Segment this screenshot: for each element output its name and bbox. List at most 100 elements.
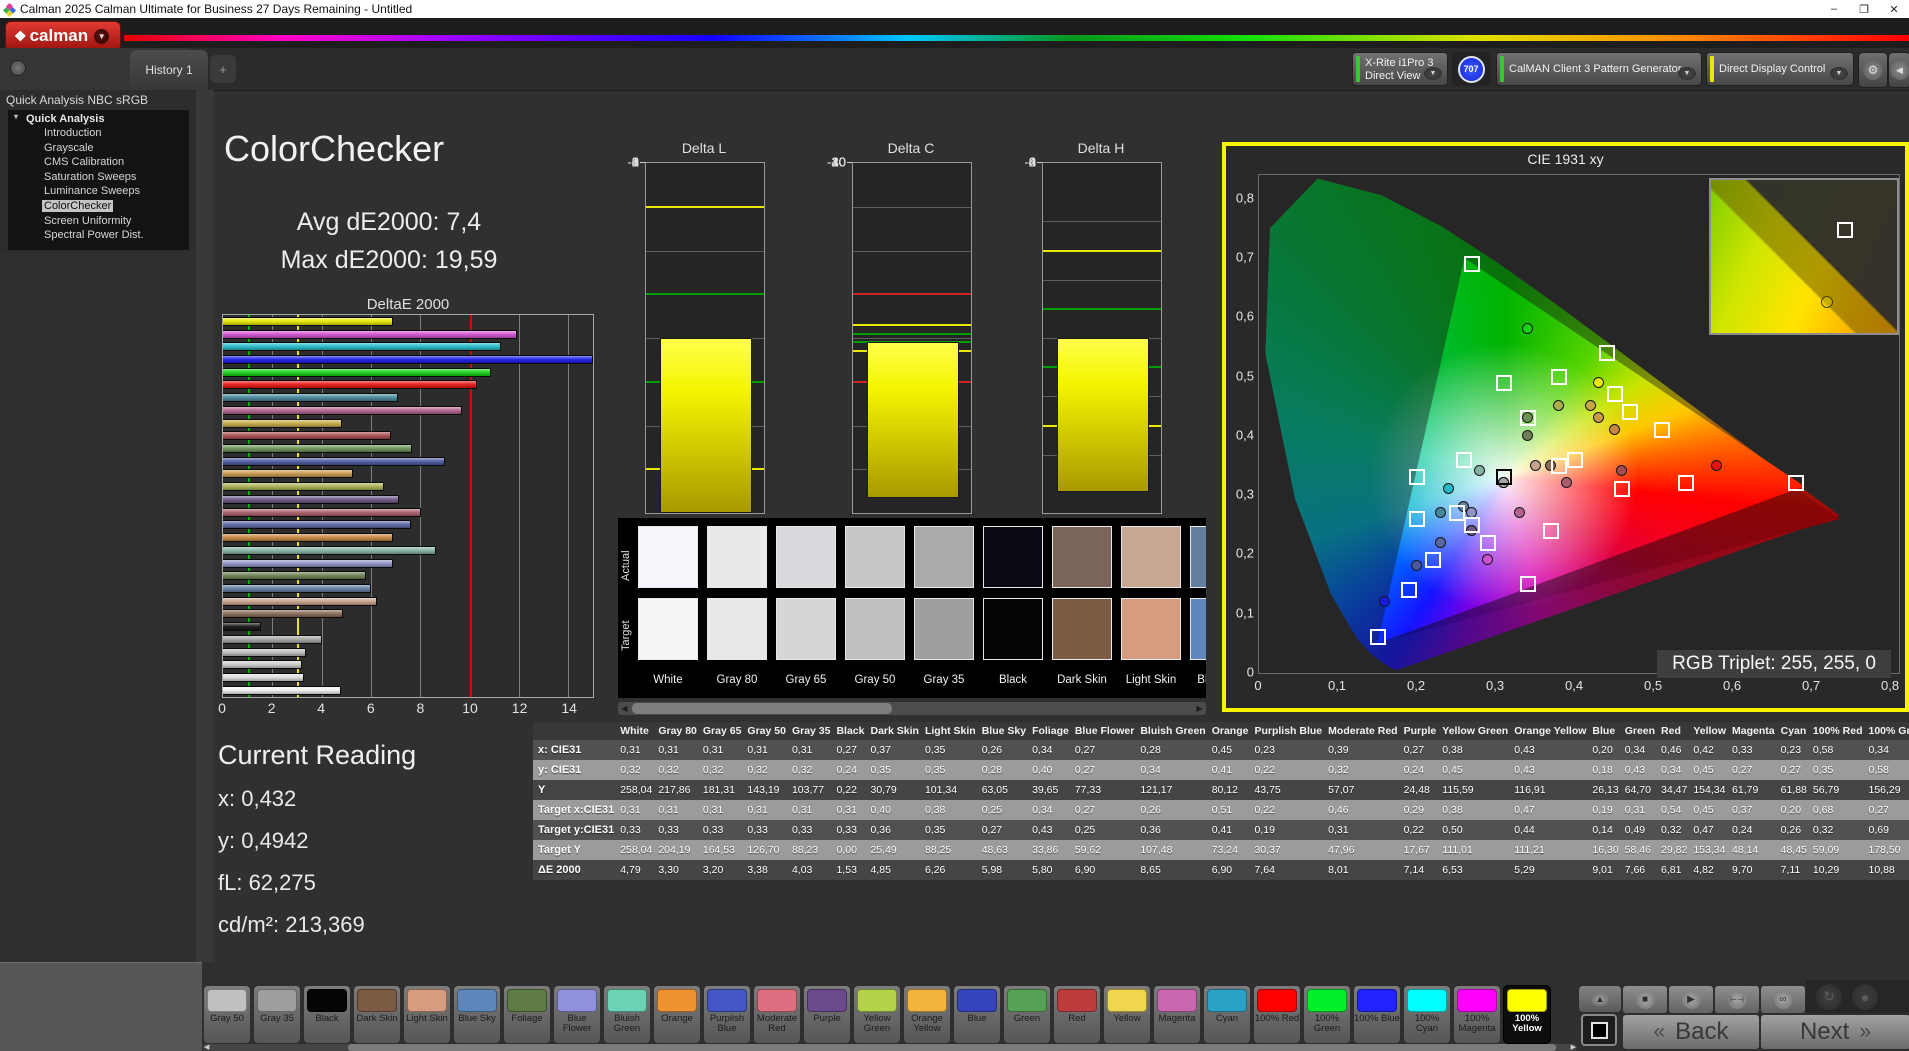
cell-x-black: 0,27 (833, 740, 868, 760)
palette-item-dark-skin[interactable]: Dark Skin (353, 985, 401, 1044)
actual-swatch-dark-skin (1052, 526, 1112, 588)
inset-target-marker (1836, 222, 1853, 239)
palette-item-blue-sky[interactable]: Blue Sky (453, 985, 501, 1044)
palette-item-orange-yellow[interactable]: Orange Yellow (903, 985, 951, 1044)
cell-y-100-red: 0,35 (1809, 760, 1866, 780)
palette-item-100-red[interactable]: 100% Red (1253, 985, 1301, 1044)
swatch-label: Black (998, 674, 1028, 686)
add-tab-button[interactable]: + (210, 55, 236, 83)
palette-item-black[interactable]: Black (303, 985, 351, 1044)
pattern-window-button[interactable] (1581, 1014, 1617, 1046)
x-tick-label: 0,6 (1723, 678, 1742, 693)
palette-item-green[interactable]: Green (1003, 985, 1051, 1044)
sidebar-item-cms-calibration[interactable]: CMS Calibration (8, 155, 189, 170)
palette-scroll-thumb[interactable] (348, 1044, 1556, 1051)
step-button[interactable]: ⊢⊣ (1714, 985, 1760, 1014)
cell-x-yellow-green: 0,38 (1439, 740, 1512, 760)
meter-dropdown[interactable]: X-Rite i1Pro 3 Direct View ▼ (1352, 52, 1448, 86)
pattern-generator-dropdown[interactable]: CalMAN Client 3 Pattern Generator ▼ (1496, 52, 1702, 86)
stop-button[interactable]: ■ (1622, 985, 1668, 1014)
palette-item-magenta[interactable]: Magenta (1153, 985, 1201, 1044)
record-button[interactable]: ● (1852, 983, 1878, 1010)
palette-item-red[interactable]: Red (1053, 985, 1101, 1044)
scroll-right-icon[interactable]: ▶ (1193, 702, 1206, 715)
palette-item-yellow[interactable]: Yellow (1103, 985, 1151, 1044)
x-tick-label: 0,3 (1485, 678, 1505, 693)
sidebar-item-colorchecker[interactable]: ColorChecker (8, 199, 189, 214)
palette-item-foliage[interactable]: Foliage (503, 985, 551, 1044)
back-button[interactable]: « Back (1622, 1014, 1760, 1050)
swatch-scrollbar[interactable]: ◀ ▶ (618, 702, 1206, 715)
palette-scrollbar[interactable]: ◀ ▶ (203, 1044, 1577, 1051)
target-point-100-blue (1369, 629, 1386, 646)
swatch-label: Gray 65 (785, 674, 827, 686)
tab-history-1[interactable]: History 1 (130, 50, 208, 90)
maximize-button[interactable]: ❐ (1849, 3, 1879, 16)
measured-point-100-yellow (1592, 376, 1604, 388)
deltae-bar-row (223, 355, 593, 365)
palette-item-100-yellow[interactable]: 100% Yellow (1503, 985, 1551, 1044)
cell-x-foliage: 0,34 (1029, 740, 1072, 760)
sidebar-item-saturation-sweeps[interactable]: Saturation Sweeps (8, 170, 189, 185)
cell-x-green: 0,34 (1621, 740, 1659, 760)
palette-item-100-blue[interactable]: 100% Blue (1353, 985, 1401, 1044)
sidebar-item-introduction[interactable]: Introduction (8, 126, 189, 141)
cell-Y-gray-50: 143,19 (744, 780, 789, 800)
scroll-left-icon[interactable]: ◀ (204, 1043, 209, 1051)
sidebar-item-luminance-sweeps[interactable]: Luminance Sweeps (8, 184, 189, 199)
swatch-scroll-thumb[interactable] (632, 703, 892, 714)
palette-item-gray-50[interactable]: Gray 50 (203, 985, 251, 1044)
play-button[interactable]: ▶ (1668, 985, 1714, 1014)
palette-item-gray-35[interactable]: Gray 35 (253, 985, 301, 1044)
measured-point-blue (1411, 560, 1423, 572)
scroll-left-icon[interactable]: ◀ (618, 702, 631, 715)
palette-item-blue-flower[interactable]: Blue Flower (553, 985, 601, 1044)
palette-item-orange[interactable]: Orange (653, 985, 701, 1044)
cell-de-black: 1,53 (833, 860, 868, 880)
palette-item-purple[interactable]: Purple (803, 985, 851, 1044)
sidebar-item-screen-uniformity[interactable]: Screen Uniformity (8, 214, 189, 229)
meter-badge-button[interactable]: 707 (1452, 52, 1490, 86)
deltae-bar-yellow-green (223, 482, 385, 492)
calman-menu-button[interactable]: ❖ calman ▼ (5, 21, 121, 51)
next-button[interactable]: Next » (1760, 1014, 1909, 1050)
cell-ty-bluish-green: 0,36 (1137, 820, 1209, 840)
palette-item-bluish-green[interactable]: Bluish Green (603, 985, 651, 1044)
palette-item-100-green[interactable]: 100% Green (1303, 985, 1351, 1044)
cell-x-bluish-green: 0,28 (1137, 740, 1209, 760)
palette-label: 100% Magenta (1458, 1013, 1496, 1034)
sidebar-item-label: CMS Calibration (44, 156, 125, 169)
y-tick-label: 0,5 (1235, 368, 1254, 384)
palette-item-blue[interactable]: Blue (953, 985, 1001, 1044)
continuous-read-button[interactable]: ∞ (1760, 985, 1806, 1014)
palette-item-100-magenta[interactable]: 100% Magenta (1453, 985, 1501, 1044)
palette-item-cyan[interactable]: Cyan (1203, 985, 1251, 1044)
palette-item-moderate-red[interactable]: Moderate Red (753, 985, 801, 1044)
scroll-right-icon[interactable]: ▶ (1571, 1043, 1576, 1051)
minimize-button[interactable]: – (1819, 3, 1849, 15)
sidebar-item-spectral-power-dist-[interactable]: Spectral Power Dist. (8, 228, 189, 243)
palette-item-yellow-green[interactable]: Yellow Green (853, 985, 901, 1044)
workflow-tree: ▾ Quick Analysis Introduction Grayscale CM… (8, 110, 189, 250)
palette-item-purplish-blue[interactable]: Purplish Blue (703, 985, 751, 1044)
refresh-button[interactable]: ↻ (1816, 983, 1842, 1010)
palette-swatch (1457, 989, 1497, 1012)
close-button[interactable]: ✕ (1879, 3, 1909, 16)
display-control-dropdown[interactable]: Direct Display Control ▼ (1706, 52, 1854, 86)
delta-c-title: Delta C (887, 140, 935, 156)
palette-expand-button[interactable]: ▲ (1578, 985, 1622, 1013)
workflow-dot-button[interactable] (10, 60, 26, 76)
table-row-target-y-cie31: Target y:CIE31 0,33 0,33 0,33 0,33 0,33 0,33 0,… (533, 820, 1909, 840)
palette-item-100-cyan[interactable]: 100% Cyan (1403, 985, 1451, 1044)
palette-swatch (807, 989, 847, 1012)
cell-tx-black: 0,31 (833, 800, 868, 820)
collapse-toolbar-button[interactable]: ◀ (1888, 52, 1909, 88)
tree-node-quick-analysis[interactable]: ▾ Quick Analysis (8, 110, 189, 126)
settings-button[interactable]: ⚙ (1858, 52, 1888, 88)
palette-item-light-skin[interactable]: Light Skin (403, 985, 451, 1044)
cell-ty-orange-yellow: 0,44 (1511, 820, 1590, 840)
sidebar-item-grayscale[interactable]: Grayscale (8, 141, 189, 156)
cell-de-purplish-blue: 7,64 (1251, 860, 1326, 880)
measured-point-100-cyan (1442, 483, 1454, 495)
deltae-bar-row (223, 634, 593, 644)
